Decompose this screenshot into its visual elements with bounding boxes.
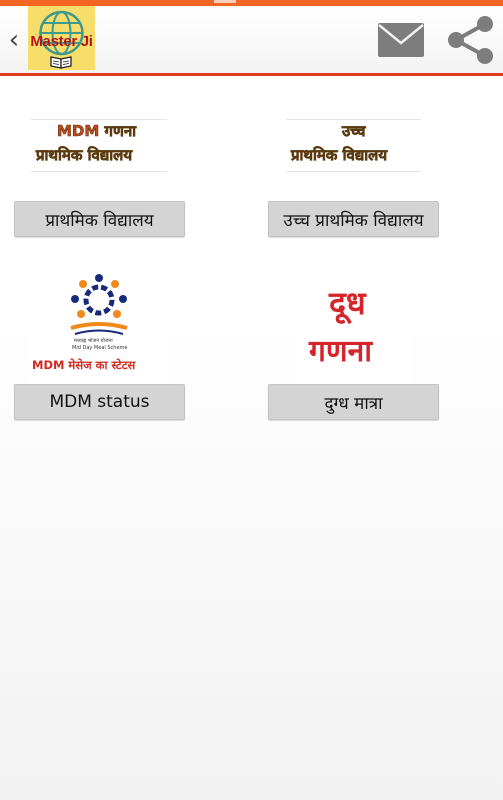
image-caption-english: Mid Day Meal Scheme <box>72 345 128 351</box>
mdm-status-image[interactable]: मध्याह्न भोजन योजना Mid Day Meal Scheme … <box>29 272 169 384</box>
app-bar-divider <box>0 73 503 76</box>
image-subtitle: गणना <box>309 334 372 369</box>
app-logo: Master Ji <box>28 6 95 70</box>
milk-count-image[interactable]: दूध गणना <box>296 273 411 383</box>
share-button[interactable] <box>444 14 496 66</box>
back-icon: ‹ <box>8 25 20 55</box>
image-subtitle: प्राथमिक विद्यालय <box>36 146 133 165</box>
mail-icon <box>378 23 424 57</box>
primary-school-button[interactable]: प्राथमिक विद्यालय <box>14 201 185 237</box>
image-subtitle: प्राथमिक विद्यालय <box>291 146 388 165</box>
share-icon <box>448 16 493 64</box>
mdm-status-button[interactable]: MDM status <box>14 384 185 420</box>
image-title: दूध <box>329 284 366 322</box>
image-title: MDM मेसेज का स्टेटस <box>32 358 136 372</box>
image-rule <box>31 171 167 172</box>
upper-primary-school-image[interactable]: उच्च प्राथमिक विद्यालय <box>284 89 423 201</box>
primary-school-image[interactable]: MDM गणना प्राथमिक विद्यालय <box>29 89 169 201</box>
back-button[interactable]: ‹ <box>2 20 26 60</box>
mail-button[interactable] <box>376 20 426 60</box>
status-notch <box>214 0 236 3</box>
people-circle-icon <box>70 274 128 335</box>
image-rule <box>286 171 421 172</box>
upper-primary-school-button[interactable]: उच्च प्राथमिक विद्यालय <box>268 201 439 237</box>
image-title: उच्च <box>342 122 366 141</box>
image-title: MDM गणना <box>57 122 137 141</box>
milk-quantity-button[interactable]: दुग्ध मात्रा <box>268 384 439 420</box>
image-rule <box>31 119 167 120</box>
image-caption-hindi: मध्याह्न भोजन योजना <box>74 338 113 344</box>
image-rule <box>286 119 421 120</box>
book-icon <box>50 56 72 69</box>
